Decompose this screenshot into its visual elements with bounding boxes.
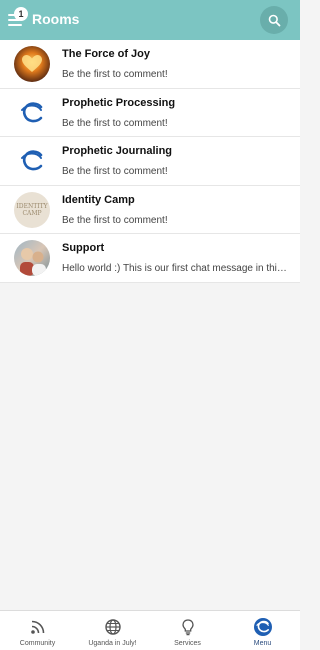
- heart-fire-avatar: [14, 46, 50, 82]
- notification-badge: 1: [14, 7, 28, 21]
- nav-label: Uganda in July!: [88, 640, 137, 647]
- nav-services[interactable]: Services: [150, 611, 225, 650]
- room-name: Identity Camp: [62, 193, 135, 206]
- room-preview: Hello world :) This is our first chat me…: [62, 263, 290, 274]
- nav-label: Services: [174, 640, 201, 647]
- room-item-support[interactable]: Support Hello world :) This is our first…: [0, 234, 300, 283]
- camp-logo-line: IDENTITY: [16, 202, 48, 210]
- lightbulb-icon: [178, 617, 198, 637]
- room-list: The Force of Joy Be the first to comment…: [0, 40, 300, 283]
- search-icon: [268, 14, 280, 26]
- room-item-prophetic-processing[interactable]: Prophetic Processing Be the first to com…: [0, 89, 300, 137]
- nav-label: Community: [19, 640, 56, 647]
- brand-logo-icon: [253, 617, 273, 637]
- room-preview: Be the first to comment!: [62, 166, 168, 177]
- page-title: Rooms: [32, 11, 80, 27]
- c-logo-avatar: [14, 143, 50, 179]
- room-name: Prophetic Journaling: [62, 145, 173, 157]
- camp-logo-line: CAMP: [22, 209, 42, 217]
- room-item-identity-camp[interactable]: IDENTITY CAMP Identity Camp Be the first…: [0, 186, 300, 234]
- people-photo-icon: [20, 248, 46, 276]
- room-preview: Be the first to comment!: [62, 69, 168, 80]
- c-logo-icon: [21, 101, 43, 122]
- room-preview: Be the first to comment!: [62, 117, 168, 129]
- menu-icon-bar: [8, 24, 22, 26]
- heart-icon: [22, 55, 42, 72]
- room-name: Support: [62, 242, 105, 254]
- feed-icon: [28, 617, 48, 637]
- nav-menu[interactable]: Menu: [225, 611, 300, 650]
- nav-community[interactable]: Community: [0, 611, 75, 650]
- room-item-the-force-of-joy[interactable]: The Force of Joy Be the first to comment…: [0, 40, 300, 89]
- room-name: The Force of Joy: [62, 48, 151, 60]
- room-name: Prophetic Processing: [62, 96, 176, 109]
- identity-camp-logo: IDENTITY CAMP: [14, 191, 50, 228]
- c-logo-icon: [21, 150, 43, 171]
- c-logo-avatar: [14, 94, 50, 131]
- globe-icon: [103, 617, 123, 637]
- nav-label: Menu: [253, 640, 272, 647]
- room-preview: Be the first to comment!: [62, 214, 168, 226]
- search-button[interactable]: [260, 6, 288, 34]
- support-photo-avatar: [14, 240, 50, 276]
- bottom-navigation: Community Uganda in July! Services Menu: [0, 610, 300, 650]
- top-app-bar: 1 Rooms: [0, 0, 300, 40]
- nav-uganda-in-july[interactable]: Uganda in July!: [75, 611, 150, 650]
- room-item-prophetic-journaling[interactable]: Prophetic Journaling Be the first to com…: [0, 137, 300, 186]
